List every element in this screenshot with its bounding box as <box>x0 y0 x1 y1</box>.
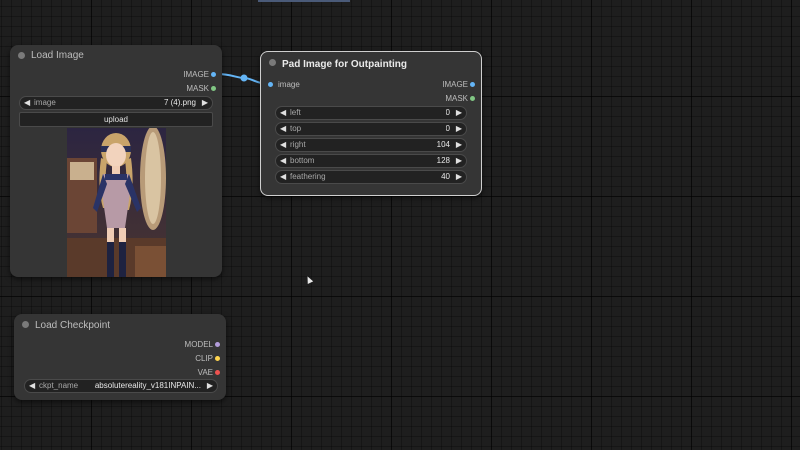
top-widget[interactable]: ◀ top 0 ▶ <box>275 122 467 136</box>
decrement-icon[interactable]: ◀ <box>280 156 286 165</box>
image-combo[interactable]: ◀ image 7 (4).png ▶ <box>19 96 213 110</box>
output-vae[interactable]: VAE <box>198 368 220 377</box>
mouse-cursor-icon <box>304 275 314 284</box>
output-mask[interactable]: MASK <box>445 94 475 103</box>
image-preview <box>67 128 166 277</box>
right-widget[interactable]: ◀ right 104 ▶ <box>275 138 467 152</box>
output-slot-clip[interactable] <box>215 356 220 361</box>
collapse-dot[interactable] <box>18 52 25 59</box>
link-midpoint[interactable] <box>240 74 248 82</box>
output-image[interactable]: IMAGE <box>183 70 216 79</box>
output-slot-image[interactable] <box>470 82 475 87</box>
output-slot-image[interactable] <box>211 72 216 77</box>
increment-icon[interactable]: ▶ <box>456 140 462 149</box>
node-title: Load Checkpoint <box>35 320 111 331</box>
right-arrow-icon[interactable]: ▶ <box>207 381 213 390</box>
decrement-icon[interactable]: ◀ <box>280 124 286 133</box>
collapse-dot[interactable] <box>22 321 29 328</box>
ckpt-name-combo[interactable]: ◀ ckpt_name absolutereality_v181INPAIN..… <box>24 379 218 393</box>
increment-icon[interactable]: ▶ <box>456 156 462 165</box>
output-slot-model[interactable] <box>215 342 220 347</box>
left-arrow-icon[interactable]: ◀ <box>24 98 30 107</box>
load-checkpoint-node[interactable]: Load Checkpoint MODEL CLIP VAE ◀ ckpt_na… <box>14 314 226 400</box>
input-image[interactable]: image <box>268 80 300 89</box>
increment-icon[interactable]: ▶ <box>456 108 462 117</box>
node-header[interactable]: Load Image <box>10 45 222 67</box>
top-tab-indicator <box>258 0 350 2</box>
node-header[interactable]: Load Checkpoint <box>14 314 226 336</box>
decrement-icon[interactable]: ◀ <box>280 140 286 149</box>
left-arrow-icon[interactable]: ◀ <box>29 381 35 390</box>
load-image-node[interactable]: Load Image IMAGE MASK ◀ image 7 (4).png … <box>10 45 222 277</box>
feathering-widget[interactable]: ◀ feathering 40 ▶ <box>275 170 467 184</box>
preview-illustration <box>67 128 166 277</box>
decrement-icon[interactable]: ◀ <box>280 108 286 117</box>
output-clip[interactable]: CLIP <box>195 354 220 363</box>
right-arrow-icon[interactable]: ▶ <box>202 98 208 107</box>
pad-image-node[interactable]: Pad Image for Outpainting image IMAGE MA… <box>260 51 482 196</box>
output-mask[interactable]: MASK <box>186 84 216 93</box>
node-title: Load Image <box>31 50 84 61</box>
output-model[interactable]: MODEL <box>185 340 220 349</box>
output-slot-mask[interactable] <box>470 96 475 101</box>
increment-icon[interactable]: ▶ <box>456 124 462 133</box>
node-header[interactable]: Pad Image for Outpainting <box>261 52 481 74</box>
increment-icon[interactable]: ▶ <box>456 172 462 181</box>
bottom-widget[interactable]: ◀ bottom 128 ▶ <box>275 154 467 168</box>
output-image[interactable]: IMAGE <box>442 80 475 89</box>
output-slot-mask[interactable] <box>211 86 216 91</box>
decrement-icon[interactable]: ◀ <box>280 172 286 181</box>
input-slot-image[interactable] <box>268 82 273 87</box>
collapse-dot[interactable] <box>269 59 276 66</box>
left-widget[interactable]: ◀ left 0 ▶ <box>275 106 467 120</box>
output-slot-vae[interactable] <box>215 370 220 375</box>
node-title: Pad Image for Outpainting <box>282 59 408 70</box>
upload-button[interactable]: upload <box>19 112 213 127</box>
